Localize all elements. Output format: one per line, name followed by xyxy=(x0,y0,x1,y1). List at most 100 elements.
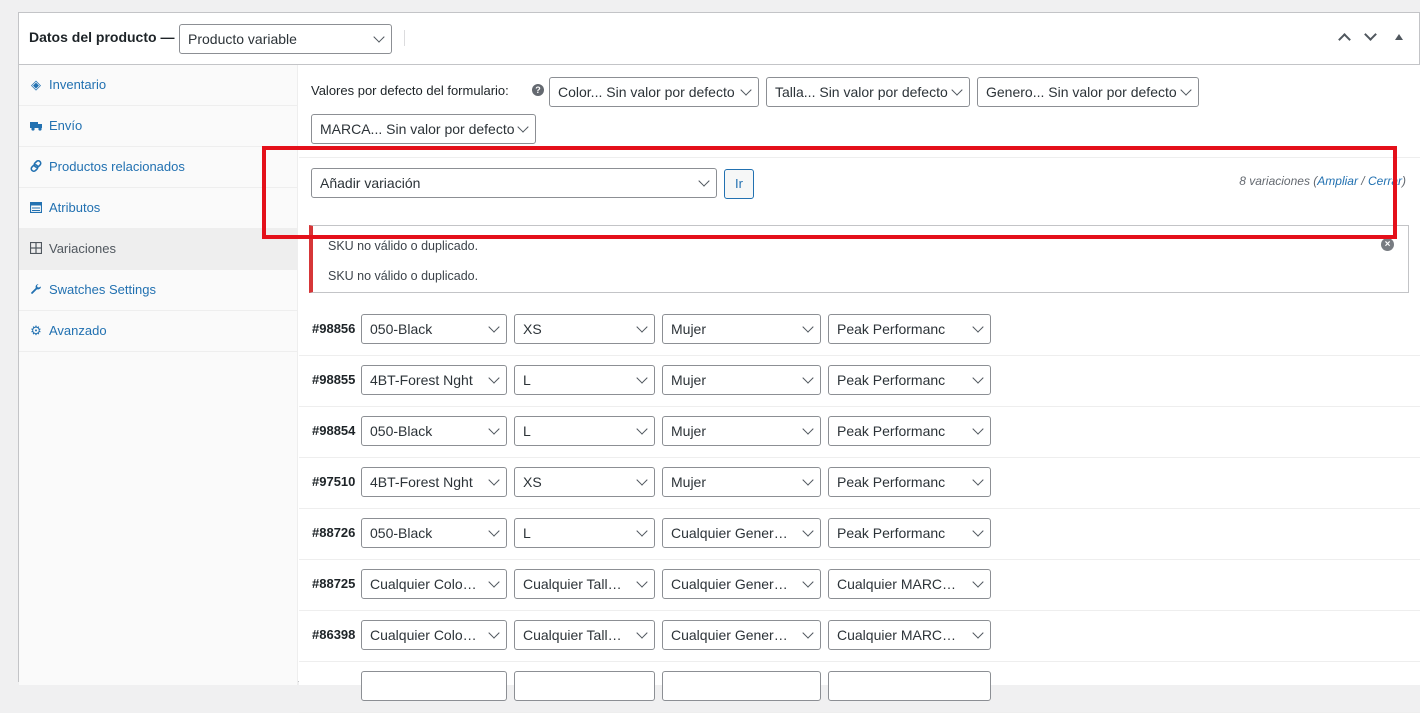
chevron-down-icon xyxy=(972,321,984,333)
select-value: 050-Black xyxy=(370,423,433,439)
variation-size-select[interactable]: L xyxy=(514,365,655,395)
variation-id: #98854 xyxy=(312,423,356,438)
error-message: SKU no válido o duplicado. xyxy=(328,239,479,253)
variation-brand-select[interactable]: Peak Performanc xyxy=(828,467,991,497)
variation-size-select[interactable]: Cualquier Talla… xyxy=(514,620,655,650)
variation-gender-select[interactable]: Cualquier Genero… xyxy=(662,518,821,548)
dismiss-notice-button[interactable]: × xyxy=(1381,238,1394,251)
chevron-down-icon xyxy=(802,627,814,639)
select-value: Mujer xyxy=(671,423,707,439)
select-value: Cualquier MARCA… xyxy=(837,576,964,592)
select-value: Cualquier Color… xyxy=(370,627,480,643)
chevron-down-icon xyxy=(636,627,648,639)
select-value: Peak Performanc xyxy=(837,474,946,490)
chevron-down-icon xyxy=(1180,84,1192,96)
move-up-button[interactable] xyxy=(1335,28,1355,48)
select-value: L xyxy=(523,372,531,388)
product-type-select[interactable]: Producto variable xyxy=(179,24,392,54)
move-down-button[interactable] xyxy=(1361,28,1381,48)
variation-size-select[interactable]: L xyxy=(514,416,655,446)
variation-row[interactable]: #98855 4BT-Forest Nght L Mujer Peak Perf… xyxy=(299,356,1420,407)
variation-brand-select[interactable]: Peak Performanc xyxy=(828,365,991,395)
chevron-down-icon xyxy=(488,372,500,384)
default-size-select[interactable]: Talla... Sin valor por defecto xyxy=(766,77,970,107)
collapse-toggle-icon[interactable] xyxy=(1395,34,1403,40)
variation-row[interactable]: #98854 050-Black L Mujer Peak Performanc xyxy=(299,407,1420,458)
variation-row[interactable]: #98856 050-Black XS Mujer Peak Performan… xyxy=(299,305,1420,356)
variation-color-select[interactable]: 4BT-Forest Nght xyxy=(361,365,507,395)
tab-avanzado[interactable]: ⚙ Avanzado xyxy=(19,311,297,352)
select-value: Mujer xyxy=(671,474,707,490)
tab-label: Atributos xyxy=(49,200,101,215)
chevron-down-icon xyxy=(972,576,984,588)
variation-brand-select[interactable]: Cualquier MARCA… xyxy=(828,569,991,599)
default-color-value: Color... Sin valor por defecto xyxy=(558,84,735,100)
variation-id: #98856 xyxy=(312,321,356,336)
default-values-label: Valores por defecto del formulario: xyxy=(311,83,509,98)
variation-size-select[interactable]: Cualquier Talla… xyxy=(514,569,655,599)
variation-gender-select[interactable]: Mujer xyxy=(662,365,821,395)
variation-brand-select[interactable]: Peak Performanc xyxy=(828,518,991,548)
variation-size-select[interactable]: L xyxy=(514,518,655,548)
chevron-down-icon xyxy=(636,321,648,333)
grid-icon xyxy=(29,229,43,269)
truck-icon xyxy=(29,106,43,146)
tab-inventario[interactable]: ◈ Inventario xyxy=(19,65,297,106)
variation-gender-select[interactable]: Cualquier Genero… xyxy=(662,569,821,599)
chevron-down-icon xyxy=(488,321,500,333)
variation-id: #88726 xyxy=(312,525,356,540)
tab-label: Envío xyxy=(49,118,83,133)
variation-row[interactable]: #97510 4BT-Forest Nght XS Mujer Peak Per… xyxy=(299,458,1420,509)
product-data-title: Datos del producto — xyxy=(29,29,175,45)
variation-row[interactable]: #88725 Cualquier Color… Cualquier Talla…… xyxy=(299,560,1420,611)
product-data-panel: Datos del producto — Producto variable ◈… xyxy=(18,12,1420,713)
variation-gender-select[interactable]: Mujer xyxy=(662,314,821,344)
variation-brand-select[interactable]: Peak Performanc xyxy=(828,314,991,344)
select-value: XS xyxy=(523,474,542,490)
variation-color-select[interactable]: Cualquier Color… xyxy=(361,620,507,650)
variation-brand-select[interactable]: Peak Performanc xyxy=(828,416,991,446)
select-value: Cualquier Genero… xyxy=(671,576,794,592)
variation-gender-select[interactable]: Mujer xyxy=(662,416,821,446)
variation-gender-select[interactable]: Mujer xyxy=(662,467,821,497)
variation-color-select[interactable]: 4BT-Forest Nght xyxy=(361,467,507,497)
chevron-down-icon xyxy=(972,423,984,435)
tab-variaciones[interactable]: Variaciones xyxy=(19,229,297,270)
table-icon xyxy=(29,188,43,228)
tab-atributos[interactable]: Atributos xyxy=(19,188,297,229)
variation-row[interactable] xyxy=(299,662,1420,713)
chevron-down-icon xyxy=(636,576,648,588)
variation-gender-select[interactable]: Cualquier Genero… xyxy=(662,620,821,650)
tab-swatches-settings[interactable]: Swatches Settings xyxy=(19,270,297,311)
default-gender-select[interactable]: Genero... Sin valor por defecto xyxy=(977,77,1199,107)
variation-color-select[interactable]: 050-Black xyxy=(361,314,507,344)
select-value: 050-Black xyxy=(370,525,433,541)
variation-row[interactable]: #86398 Cualquier Color… Cualquier Talla…… xyxy=(299,611,1420,662)
chevron-down-icon xyxy=(972,525,984,537)
variation-id: #86398 xyxy=(312,627,356,642)
variation-color-select[interactable]: 050-Black xyxy=(361,416,507,446)
select-value: 050-Black xyxy=(370,321,433,337)
variation-row[interactable]: #88726 050-Black L Cualquier Genero… Pea… xyxy=(299,509,1420,560)
tab-envio[interactable]: Envío xyxy=(19,106,297,147)
annotation-highlight-box xyxy=(262,146,1397,239)
chevron-down-icon xyxy=(488,423,500,435)
tab-label: Inventario xyxy=(49,77,107,92)
variation-size-select[interactable]: XS xyxy=(514,314,655,344)
select-value: Cualquier Genero… xyxy=(671,525,794,541)
variation-size-select[interactable]: XS xyxy=(514,467,655,497)
variation-brand-select[interactable]: Cualquier MARCA… xyxy=(828,620,991,650)
product-type-value: Producto variable xyxy=(188,31,297,47)
tab-productos-relacionados[interactable]: Productos relacionados xyxy=(19,147,297,188)
tab-label: Swatches Settings xyxy=(49,282,156,297)
default-color-select[interactable]: Color... Sin valor por defecto xyxy=(549,77,759,107)
chevron-down-icon xyxy=(636,474,648,486)
variation-color-select[interactable]: Cualquier Color… xyxy=(361,569,507,599)
product-data-header: Datos del producto — Producto variable xyxy=(19,13,1419,65)
default-brand-select[interactable]: MARCA... Sin valor por defecto xyxy=(311,114,536,144)
variation-color-select[interactable]: 050-Black xyxy=(361,518,507,548)
select-value: L xyxy=(523,423,531,439)
select-value: Mujer xyxy=(671,321,707,337)
default-brand-value: MARCA... Sin valor por defecto xyxy=(320,121,515,137)
help-icon[interactable]: ? xyxy=(532,84,544,96)
